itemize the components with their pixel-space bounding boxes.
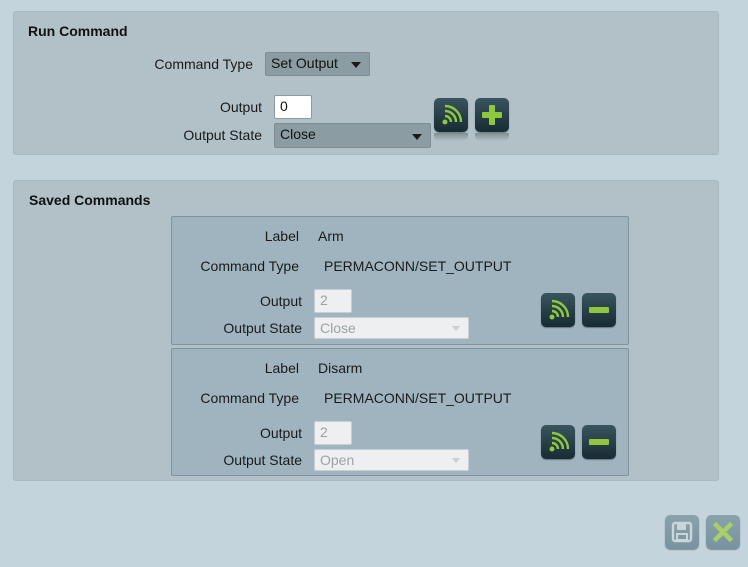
minus-icon	[589, 307, 609, 313]
label-value: Arm	[318, 228, 344, 244]
command-type-value: PERMACONN/SET_OUTPUT	[324, 390, 512, 406]
saved-commands-panel: Saved Commands Label Arm Command Type PE…	[13, 180, 719, 481]
output-state-select: Close	[314, 317, 469, 339]
output-state-select[interactable]: Close	[274, 123, 431, 148]
remove-saved-command-button[interactable]	[582, 425, 616, 459]
signal-icon	[442, 104, 463, 125]
output-state-select: Open	[314, 449, 469, 471]
label-label: Label	[264, 228, 299, 244]
saved-command-card: Label Disarm Command Type PERMACONN/SET_…	[171, 348, 629, 476]
chevron-down-icon	[452, 326, 460, 331]
output-state-value: Close	[320, 320, 356, 336]
saved-commands-title: Saved Commands	[29, 192, 151, 208]
signal-icon	[549, 431, 570, 452]
run-command-panel: Run Command Command Type Set Output Outp…	[13, 11, 719, 155]
add-command-button[interactable]	[475, 98, 509, 132]
save-icon	[671, 521, 693, 543]
close-button[interactable]	[706, 515, 740, 549]
command-type-label: Command Type	[200, 390, 299, 406]
command-type-value: PERMACONN/SET_OUTPUT	[324, 258, 512, 274]
remove-saved-command-button[interactable]	[582, 293, 616, 327]
output-label: Output	[219, 99, 262, 115]
output-state-label: Output State	[223, 320, 302, 336]
output-state-value: Open	[320, 452, 355, 468]
label-value: Disarm	[318, 360, 363, 376]
run-send-button[interactable]	[434, 98, 468, 132]
output-state-label: Output State	[183, 127, 262, 143]
minus-icon	[589, 439, 609, 445]
command-type-select[interactable]: Set Output	[265, 52, 370, 76]
output-input: 2	[314, 421, 352, 445]
label-label: Label	[264, 360, 299, 376]
command-type-label: Command Type	[154, 56, 253, 72]
run-command-title: Run Command	[28, 23, 128, 39]
output-state-value: Close	[280, 126, 316, 142]
saved-command-card: Label Arm Command Type PERMACONN/SET_OUT…	[171, 216, 629, 345]
plus-icon	[482, 105, 502, 125]
chevron-down-icon	[351, 62, 361, 68]
command-type-value: Set Output	[271, 55, 338, 71]
run-saved-command-button[interactable]	[541, 293, 575, 327]
chevron-down-icon	[412, 133, 422, 140]
signal-icon	[549, 299, 570, 320]
output-label: Output	[259, 425, 302, 441]
command-type-label: Command Type	[200, 258, 299, 274]
output-input[interactable]: 0	[274, 95, 312, 119]
output-label: Output	[259, 293, 302, 309]
output-input: 2	[314, 289, 352, 313]
chevron-down-icon	[452, 458, 460, 463]
run-saved-command-button[interactable]	[541, 425, 575, 459]
close-icon	[712, 521, 734, 543]
output-state-label: Output State	[223, 452, 302, 468]
save-button[interactable]	[665, 515, 699, 549]
run-send-button-reflection	[434, 133, 468, 141]
add-command-button-reflection	[475, 133, 509, 141]
